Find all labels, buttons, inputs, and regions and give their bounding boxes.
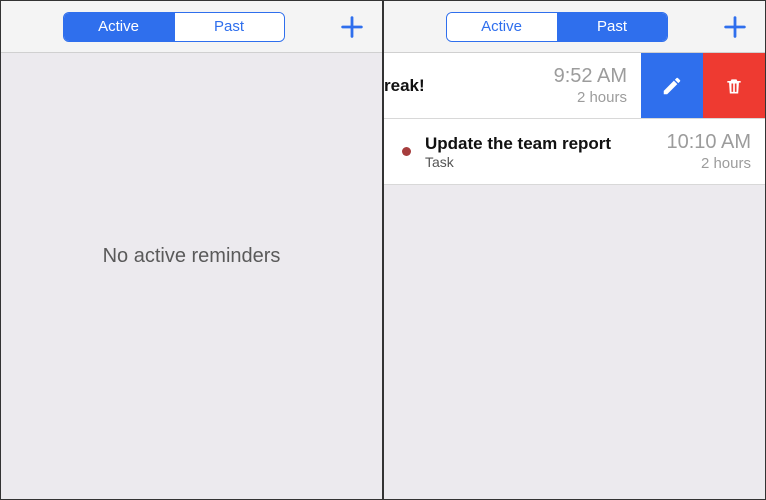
trash-icon [724,75,744,97]
tab-past[interactable]: Past [174,13,284,41]
pane-active: Active Past No active reminders [0,0,383,500]
reminder-duration: 2 hours [666,155,751,174]
reminder-row[interactable]: Update the team report Task 10:10 AM 2 h… [384,119,765,185]
empty-state-message: No active reminders [1,13,382,499]
tab-past[interactable]: Past [557,13,667,41]
add-reminder-button[interactable] [334,9,370,45]
plus-icon [338,13,366,41]
delete-button[interactable] [703,53,765,118]
toolbar: Active Past [384,1,765,53]
pane-past: Active Past reak! 9:52 AM 2 hours [383,0,766,500]
reminder-title: reak! [384,76,544,96]
content-area: No active reminders [1,53,382,499]
status-dot-icon [402,147,411,156]
reminder-subtitle: Task [425,154,656,170]
pencil-icon [661,75,683,97]
reminder-time: 10:10 AM [666,130,751,155]
reminder-main: reak! 9:52 AM 2 hours [384,53,641,118]
reminder-time: 9:52 AM [554,64,627,89]
tab-segmented-control: Active Past [446,12,668,42]
reminder-row[interactable]: reak! 9:52 AM 2 hours [384,53,765,119]
add-reminder-button[interactable] [717,9,753,45]
reminder-title: Update the team report [425,134,656,154]
reminder-main: Update the team report Task 10:10 AM 2 h… [384,119,765,184]
toolbar: Active Past [1,1,382,53]
tab-active[interactable]: Active [64,13,174,41]
tab-segmented-control: Active Past [63,12,285,42]
tab-active[interactable]: Active [447,13,557,41]
content-area: reak! 9:52 AM 2 hours Update the team re… [384,53,765,499]
plus-icon [721,13,749,41]
reminder-duration: 2 hours [554,89,627,108]
edit-button[interactable] [641,53,703,118]
